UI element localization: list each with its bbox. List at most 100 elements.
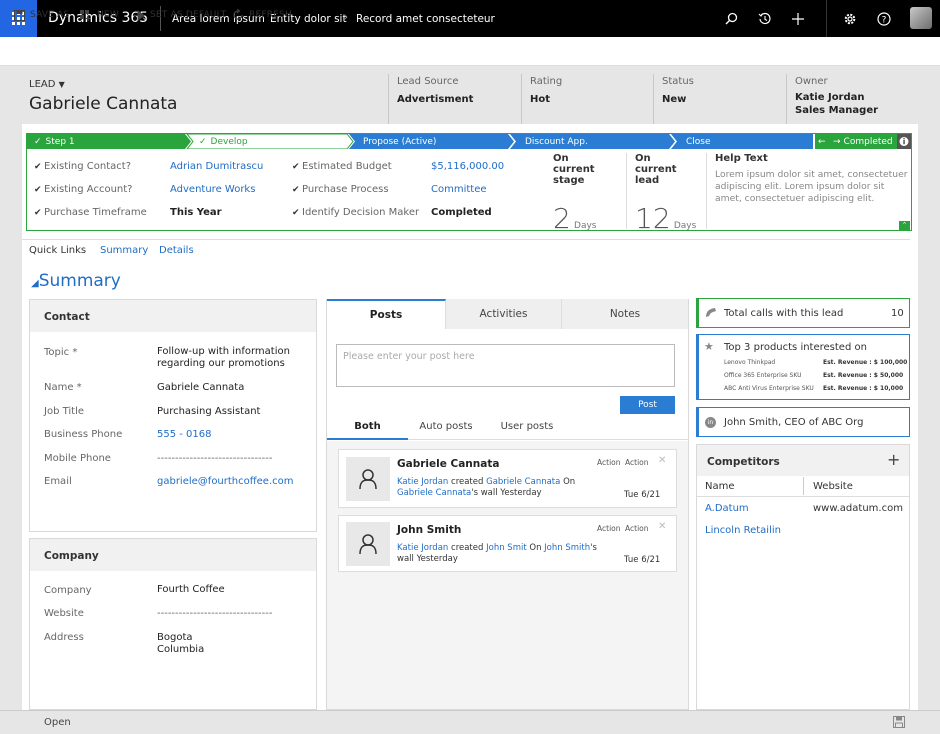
field-value[interactable]: Completed — [431, 207, 492, 218]
competitor-name-link[interactable]: Lincoln Retailin — [705, 525, 781, 536]
header-field-status[interactable]: Status New — [653, 74, 783, 124]
total-calls-card[interactable]: Total calls with this lead 10 — [696, 298, 910, 328]
post-author[interactable]: Gabriele Cannata — [397, 458, 499, 470]
stage-step-1[interactable]: ✓ Step 1 — [34, 134, 75, 149]
set-as-default-button[interactable]: SET AS DEFAULT — [133, 8, 226, 22]
stage-propose[interactable]: Propose (Active) — [363, 134, 436, 149]
save-icon[interactable] — [893, 716, 905, 731]
column-header-website[interactable]: Website — [813, 481, 853, 492]
header-field-rating[interactable]: Rating Hot — [521, 74, 651, 124]
filter-both[interactable]: Both — [327, 415, 408, 440]
address-line-1[interactable]: Bogota — [157, 632, 193, 644]
product-revenue: Est. Revenue : $ 10,000 — [823, 385, 904, 392]
field-label: Purchase Timeframe — [44, 207, 147, 218]
header-field-lead-source[interactable]: Lead Source Advertisment — [388, 74, 518, 124]
tab-quick-links[interactable]: Quick Links — [29, 245, 86, 256]
refresh-icon — [233, 9, 243, 20]
check-icon: ✔ — [292, 161, 300, 172]
post-target-link[interactable]: Gabriele Cannata — [486, 477, 560, 487]
close-icon[interactable]: ✕ — [658, 521, 666, 532]
field-value: New — [662, 94, 687, 105]
field-value[interactable]: Adrian Dumitrascu — [170, 161, 263, 172]
gear-icon[interactable] — [840, 9, 859, 28]
competitor-name-link[interactable]: A.Datum — [705, 503, 749, 514]
column-header-name[interactable]: Name — [705, 481, 735, 492]
tab-posts[interactable]: Posts — [327, 299, 446, 329]
section-title[interactable]: ◢Summary — [31, 271, 121, 291]
top-products-card[interactable]: ★ Top 3 products interested on Lenovo Th… — [696, 334, 910, 400]
help-icon[interactable]: ? — [874, 9, 893, 28]
plus-icon[interactable] — [788, 9, 807, 28]
field-label: Name * — [44, 382, 82, 393]
add-competitor-plus-icon[interactable]: + — [887, 450, 900, 469]
field-value[interactable]: This Year — [170, 207, 222, 218]
new-button[interactable]: NEW — [80, 8, 119, 22]
post-user-link[interactable]: Katie Jordan — [397, 477, 448, 487]
post-action-link[interactable]: Action — [597, 458, 621, 467]
post-item[interactable]: Gabriele Cannata Action Action ✕ Katie J… — [338, 449, 677, 508]
address-line-2[interactable]: Columbia — [157, 644, 204, 656]
stage-back-icon[interactable]: ← — [818, 134, 826, 149]
tab-details[interactable]: Details — [159, 245, 194, 256]
topic-value[interactable]: Follow-up with information regarding our… — [157, 346, 307, 370]
stage-develop[interactable]: ✓ Develop — [199, 134, 248, 149]
filter-auto-posts[interactable]: Auto posts — [414, 415, 478, 440]
user-avatar-icon — [346, 522, 390, 566]
stage-discount-app[interactable]: Discount App. — [525, 134, 588, 149]
post-action-link[interactable]: Action — [625, 524, 649, 533]
linkedin-card[interactable]: in John Smith, CEO of ABC Org — [696, 407, 910, 437]
tab-summary[interactable]: Summary — [100, 245, 148, 256]
check-icon: ✔ — [34, 161, 42, 172]
user-avatar[interactable] — [910, 7, 932, 29]
close-icon[interactable]: ✕ — [658, 455, 666, 466]
stage-label: Develop — [210, 136, 248, 147]
chevron-right-icon: › — [344, 12, 348, 23]
email-link[interactable]: gabriele@fourthcoffee.com — [157, 476, 294, 488]
website-value[interactable]: -------------------------------- — [157, 608, 272, 620]
post-author[interactable]: John Smith — [397, 524, 461, 536]
post-input[interactable]: Please enter your post here — [336, 344, 675, 387]
header-field-owner[interactable]: Owner Katie Jordan Sales Manager — [786, 74, 916, 124]
mobile-phone-value[interactable]: -------------------------------- — [157, 453, 272, 465]
post-button[interactable]: Post — [620, 396, 675, 414]
post-wall-link[interactable]: John Smith — [544, 543, 590, 553]
job-title-value[interactable]: Purchasing Assistant — [157, 406, 260, 418]
name-value[interactable]: Gabriele Cannata — [157, 382, 244, 394]
bpf-field[interactable]: ✔ Estimated Budget $5,116,000.00 — [292, 155, 542, 178]
post-wall-link[interactable]: Gabriele Cannata — [397, 488, 471, 498]
bpf-field[interactable]: ✔ Purchase Process Committee — [292, 178, 542, 201]
tab-activities[interactable]: Activities — [446, 299, 562, 329]
field-value: Hot — [530, 94, 551, 105]
save-as-button[interactable]: SAVE AS — [14, 8, 69, 22]
post-user-link[interactable]: Katie Jordan — [397, 543, 448, 553]
post-action-link[interactable]: Action — [597, 524, 621, 533]
field-value[interactable]: $5,116,000.00 — [431, 161, 504, 172]
business-phone-link[interactable]: 555 - 0168 — [157, 429, 212, 441]
refresh-button[interactable]: REFRESH — [232, 8, 292, 22]
company-value[interactable]: Fourth Coffee — [157, 584, 225, 596]
bpf-field[interactable]: ✔ Existing Contact? Adrian Dumitrascu — [34, 155, 284, 178]
caret-down-icon: ▼ — [58, 80, 65, 89]
post-item[interactable]: John Smith Action Action ✕ Katie Jordan … — [338, 515, 677, 572]
field-value[interactable]: Adventure Works — [170, 184, 255, 195]
tab-notes[interactable]: Notes — [562, 299, 688, 329]
post-action-link[interactable]: Action — [625, 458, 649, 467]
field-value[interactable]: Committee — [431, 184, 487, 195]
stage-completed[interactable]: → Completed — [833, 134, 893, 149]
field-label: Company — [44, 585, 92, 596]
stage-label: Discount App. — [525, 136, 588, 147]
bpf-field[interactable]: ✔ Existing Account? Adventure Works — [34, 178, 284, 201]
entity-label[interactable]: LEAD ▼ — [29, 79, 65, 90]
recent-history-icon[interactable] — [755, 9, 774, 28]
bpf-field[interactable]: ✔ Purchase Timeframe This Year — [34, 201, 284, 224]
search-icon[interactable] — [722, 9, 741, 28]
bpf-field[interactable]: ✔ Identify Decision Maker Completed — [292, 201, 542, 224]
stage-close[interactable]: Close — [686, 134, 711, 149]
collapse-caret-icon[interactable]: ⌃ — [899, 221, 910, 230]
competitor-website[interactable]: www.adatum.com — [813, 503, 903, 514]
product-revenue: Est. Revenue : $ 50,000 — [823, 372, 904, 379]
field-label: Purchase Process — [302, 184, 389, 195]
post-target-link[interactable]: John Smit — [486, 543, 527, 553]
filter-user-posts[interactable]: User posts — [495, 415, 559, 440]
breadcrumb-record[interactable]: Record amet consecteteur — [356, 13, 495, 25]
